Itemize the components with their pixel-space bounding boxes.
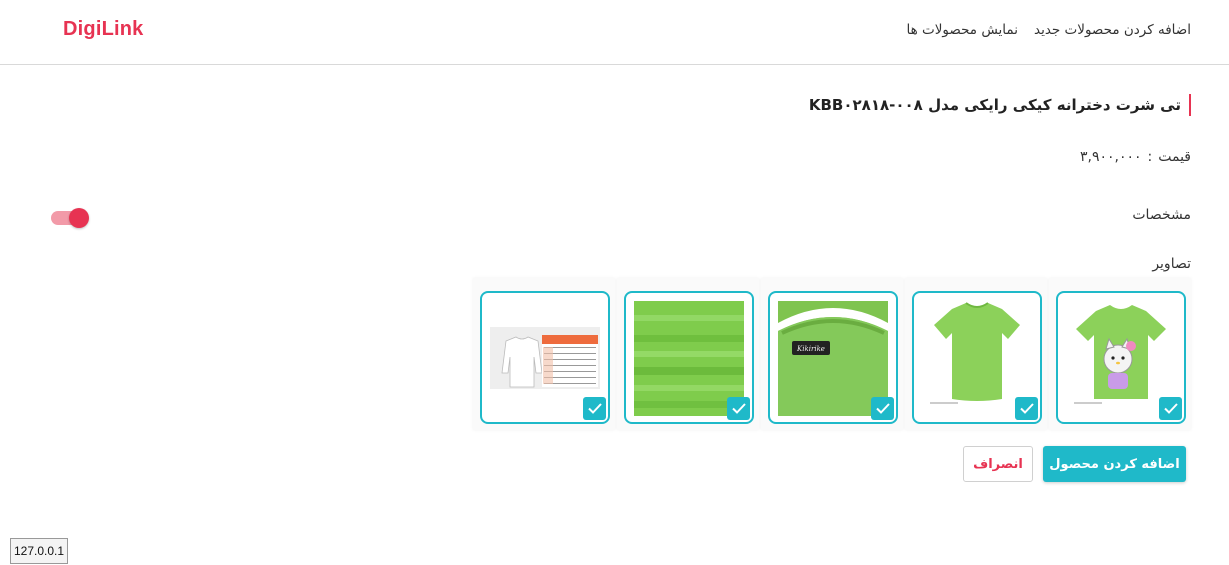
top-navbar: DigiLink اضافه کردن محصولات جدید نمایش م…: [0, 0, 1229, 65]
product-price: قیمت:۳,۹۰۰,۰۰۰: [1080, 149, 1191, 165]
toggle-knob[interactable]: [69, 208, 89, 228]
product-title-row: تی شرت دخترانه کیکی رایکی مدل KBB۰۲۸۱۸-۰…: [809, 94, 1191, 116]
tshirt-plain-image: [930, 302, 1020, 404]
image-thumb-5[interactable]: [480, 291, 610, 424]
nav-add-products-link[interactable]: اضافه کردن محصولات جدید: [1034, 22, 1191, 38]
brand-logo[interactable]: DigiLink: [63, 18, 144, 41]
nav-show-products-link[interactable]: نمایش محصولات ها: [906, 22, 1018, 38]
selected-check-icon[interactable]: [583, 397, 606, 420]
image-card: [617, 278, 759, 430]
main-nav: اضافه کردن محصولات جدید نمایش محصولات ها: [906, 22, 1191, 38]
image-gallery: Kikirike: [473, 278, 1191, 430]
svg-text:Kikirike: Kikirike: [796, 345, 825, 353]
image-card: [1049, 278, 1191, 430]
selected-check-icon[interactable]: [1015, 397, 1038, 420]
selected-check-icon[interactable]: [871, 397, 894, 420]
image-card: Kikirike: [761, 278, 903, 430]
add-product-button[interactable]: اضافه کردن محصول: [1043, 446, 1186, 482]
specs-label: مشخصات: [1132, 207, 1191, 223]
image-card: [473, 278, 615, 430]
image-thumb-1[interactable]: [1056, 291, 1186, 424]
cancel-button[interactable]: انصراف: [963, 446, 1033, 482]
price-separator: :: [1147, 149, 1153, 165]
image-card: [905, 278, 1047, 430]
selected-check-icon[interactable]: [727, 397, 750, 420]
image-thumb-3[interactable]: Kikirike: [768, 291, 898, 424]
image-thumb-4[interactable]: [624, 291, 754, 424]
host-badge: 127.0.0.1: [10, 538, 68, 564]
image-thumb-2[interactable]: [912, 291, 1042, 424]
product-title: تی شرت دخترانه کیکی رایکی مدل KBB۰۲۸۱۸-۰…: [808, 96, 1181, 114]
price-value: ۳,۹۰۰,۰۰۰: [1079, 149, 1142, 165]
title-accent-bar: [1189, 94, 1191, 116]
tshirt-hello-kitty-image: [1074, 305, 1166, 404]
specs-toggle[interactable]: [51, 208, 89, 228]
selected-check-icon[interactable]: [1159, 397, 1182, 420]
images-label: تصاویر: [1152, 256, 1191, 272]
price-label: قیمت: [1158, 149, 1191, 165]
